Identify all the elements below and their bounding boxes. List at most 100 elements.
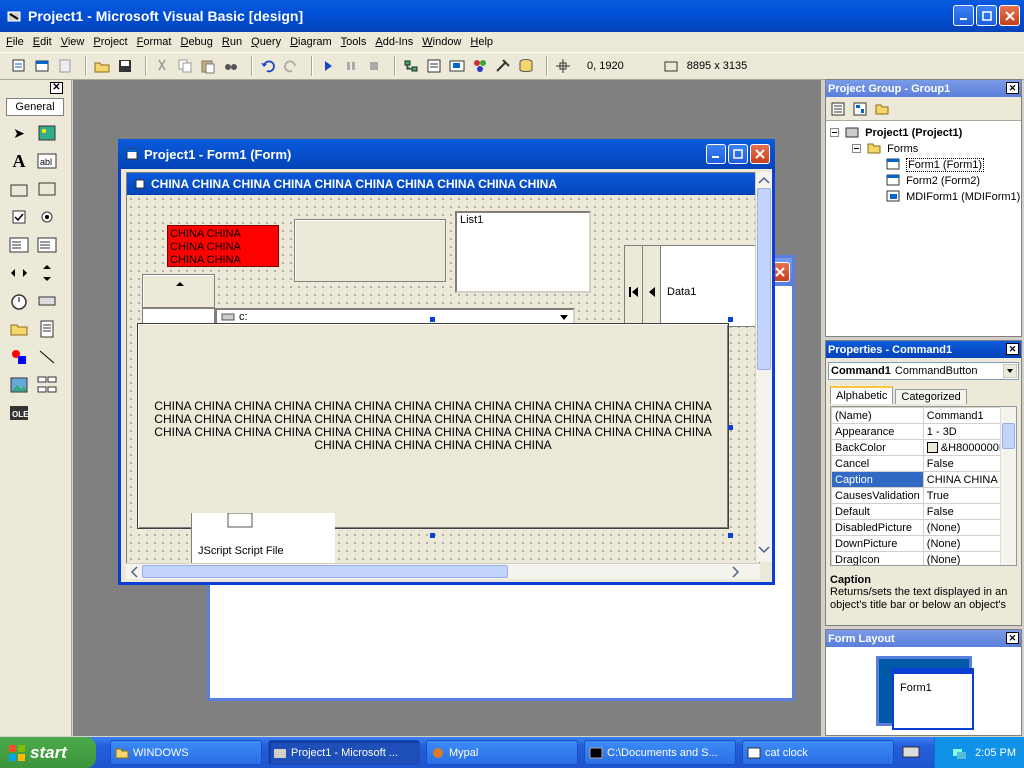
form-layout-close-button[interactable]: ✕ bbox=[1006, 632, 1019, 644]
vscrollbar-tool-icon[interactable] bbox=[36, 262, 58, 284]
toolbox-icon[interactable] bbox=[494, 57, 512, 75]
selection-handle[interactable] bbox=[728, 317, 733, 322]
copy-icon[interactable] bbox=[176, 57, 194, 75]
find-icon[interactable] bbox=[222, 57, 240, 75]
cut-icon[interactable] bbox=[153, 57, 171, 75]
project-explorer-icon[interactable] bbox=[402, 57, 420, 75]
combobox-tool-icon[interactable] bbox=[8, 234, 30, 256]
property-row[interactable]: DragIcon (None) bbox=[831, 551, 1010, 565]
taskbar-item-catclock[interactable]: cat clock bbox=[742, 740, 894, 765]
save-project-icon[interactable] bbox=[116, 57, 134, 75]
tree-forms-folder[interactable]: Forms bbox=[830, 141, 1017, 157]
property-row[interactable]: DownPicture (None) bbox=[831, 535, 1010, 552]
object-browser-icon[interactable] bbox=[471, 57, 489, 75]
property-value[interactable]: Command1 bbox=[922, 407, 1010, 424]
property-value[interactable]: 1 - 3D bbox=[922, 423, 1010, 440]
picturebox-tool-icon[interactable] bbox=[36, 122, 58, 144]
property-row[interactable]: Appearance 1 - 3D bbox=[831, 423, 1010, 440]
form1-design-surface[interactable]: CHINA CHINA CHINA CHINA CHINA CHINA CHIN… bbox=[126, 172, 760, 564]
command1-button[interactable]: CHINA CHINA CHINA CHINA CHINA CHINA CHIN… bbox=[137, 323, 729, 529]
menu-window[interactable]: Window bbox=[422, 36, 461, 48]
view-code-icon[interactable] bbox=[830, 101, 846, 117]
property-value[interactable]: False bbox=[922, 455, 1010, 472]
drivelistbox-tool-icon[interactable] bbox=[36, 290, 58, 312]
selection-handle[interactable] bbox=[728, 425, 733, 430]
property-scroll-thumb[interactable] bbox=[1002, 423, 1015, 449]
taskbar-item-vb[interactable]: Project1 - Microsoft ... bbox=[268, 740, 420, 765]
frame-tool-icon[interactable] bbox=[8, 178, 30, 200]
menu-editor-icon[interactable] bbox=[56, 57, 74, 75]
menu-help[interactable]: Help bbox=[470, 36, 493, 48]
data-tool-icon[interactable] bbox=[36, 374, 58, 396]
undo-icon[interactable] bbox=[259, 57, 277, 75]
property-row[interactable]: BackColor &H8000000F bbox=[831, 439, 1010, 456]
property-value[interactable]: (None) bbox=[922, 535, 1010, 552]
menu-format[interactable]: Format bbox=[137, 36, 172, 48]
end-icon[interactable] bbox=[365, 57, 383, 75]
form-close-button[interactable] bbox=[750, 144, 770, 164]
frame-control[interactable] bbox=[294, 219, 446, 282]
form-layout-icon[interactable] bbox=[448, 57, 466, 75]
menu-file[interactable]: File bbox=[6, 36, 24, 48]
commandbutton-tool-icon[interactable] bbox=[36, 178, 58, 200]
menu-run[interactable]: Run bbox=[222, 36, 242, 48]
ole-tool-icon[interactable]: OLE bbox=[8, 402, 30, 424]
open-project-icon[interactable] bbox=[93, 57, 111, 75]
form-maximize-button[interactable] bbox=[728, 144, 748, 164]
checkbox-tool-icon[interactable] bbox=[8, 206, 30, 228]
property-row[interactable]: (Name) Command1 bbox=[831, 407, 1010, 424]
clock[interactable]: 2:05 PM bbox=[975, 747, 1016, 759]
form-minimize-button[interactable] bbox=[706, 144, 726, 164]
property-row[interactable]: Default False bbox=[831, 503, 1010, 520]
toolbox-close-button[interactable]: ✕ bbox=[50, 82, 63, 94]
property-value[interactable]: False bbox=[922, 503, 1010, 520]
menu-project[interactable]: Project bbox=[93, 36, 127, 48]
filelistbox-tool-icon[interactable] bbox=[36, 318, 58, 340]
shape-tool-icon[interactable] bbox=[8, 346, 30, 368]
property-row[interactable]: CausesValidation True bbox=[831, 487, 1010, 504]
property-value[interactable]: (None) bbox=[922, 551, 1010, 565]
project-group-close-button[interactable]: ✕ bbox=[1006, 82, 1019, 94]
menu-addins[interactable]: Add-Ins bbox=[375, 36, 413, 48]
selection-handle[interactable] bbox=[728, 533, 733, 538]
menu-debug[interactable]: Debug bbox=[180, 36, 212, 48]
start-button[interactable]: start bbox=[0, 737, 96, 768]
vscrollbar-control[interactable] bbox=[142, 274, 215, 308]
toolbox-general-tab[interactable]: General bbox=[6, 98, 64, 116]
property-value[interactable]: CHINA CHINA bbox=[922, 471, 1010, 488]
object-selector[interactable]: Command1 CommandButton bbox=[828, 362, 1019, 380]
toggle-folders-icon[interactable] bbox=[874, 101, 890, 117]
redo-icon[interactable] bbox=[282, 57, 300, 75]
add-project-icon[interactable] bbox=[10, 57, 28, 75]
taskbar-item-mypal[interactable]: Mypal bbox=[426, 740, 578, 765]
optionbutton-tool-icon[interactable] bbox=[36, 206, 58, 228]
menu-view[interactable]: View bbox=[61, 36, 85, 48]
menu-edit[interactable]: Edit bbox=[33, 36, 52, 48]
property-grid-scrollbar[interactable] bbox=[1000, 407, 1016, 565]
property-value[interactable]: True bbox=[922, 487, 1010, 504]
tab-alphabetic[interactable]: Alphabetic bbox=[830, 386, 894, 404]
menu-tools[interactable]: Tools bbox=[341, 36, 367, 48]
data-prev-button[interactable] bbox=[643, 246, 661, 328]
list1-control[interactable]: List1 bbox=[455, 211, 591, 293]
red-label-control[interactable]: CHINA CHINA CHINA CHINA CHINA CHINA CHIN… bbox=[167, 225, 279, 267]
tree-item-mdiform1[interactable]: MDIForm1 (MDIForm1) bbox=[830, 189, 1020, 205]
properties-close-button[interactable]: ✕ bbox=[1006, 343, 1019, 355]
paste-icon[interactable] bbox=[199, 57, 217, 75]
taskbar-item-windows[interactable]: WINDOWS bbox=[110, 740, 262, 765]
vertical-scroll-thumb[interactable] bbox=[757, 188, 771, 370]
tree-item-form1[interactable]: Form1 (Form1) bbox=[830, 157, 1017, 173]
taskbar-item-cmd[interactable]: C:\Documents and S... bbox=[584, 740, 736, 765]
line-tool-icon[interactable] bbox=[36, 346, 58, 368]
jscript-file-item[interactable]: JScript Script File bbox=[191, 513, 335, 563]
menu-diagram[interactable]: Diagram bbox=[290, 36, 332, 48]
property-value[interactable]: (None) bbox=[922, 519, 1010, 536]
listbox-tool-icon[interactable] bbox=[36, 234, 58, 256]
data1-control[interactable]: Data1 bbox=[624, 245, 759, 328]
image-tool-icon[interactable] bbox=[8, 374, 30, 396]
add-form-icon[interactable] bbox=[33, 57, 51, 75]
pointer-tool-icon[interactable]: ➤ bbox=[8, 122, 30, 144]
start-icon[interactable] bbox=[319, 57, 337, 75]
close-button[interactable] bbox=[999, 5, 1020, 26]
selection-handle[interactable] bbox=[430, 317, 435, 322]
